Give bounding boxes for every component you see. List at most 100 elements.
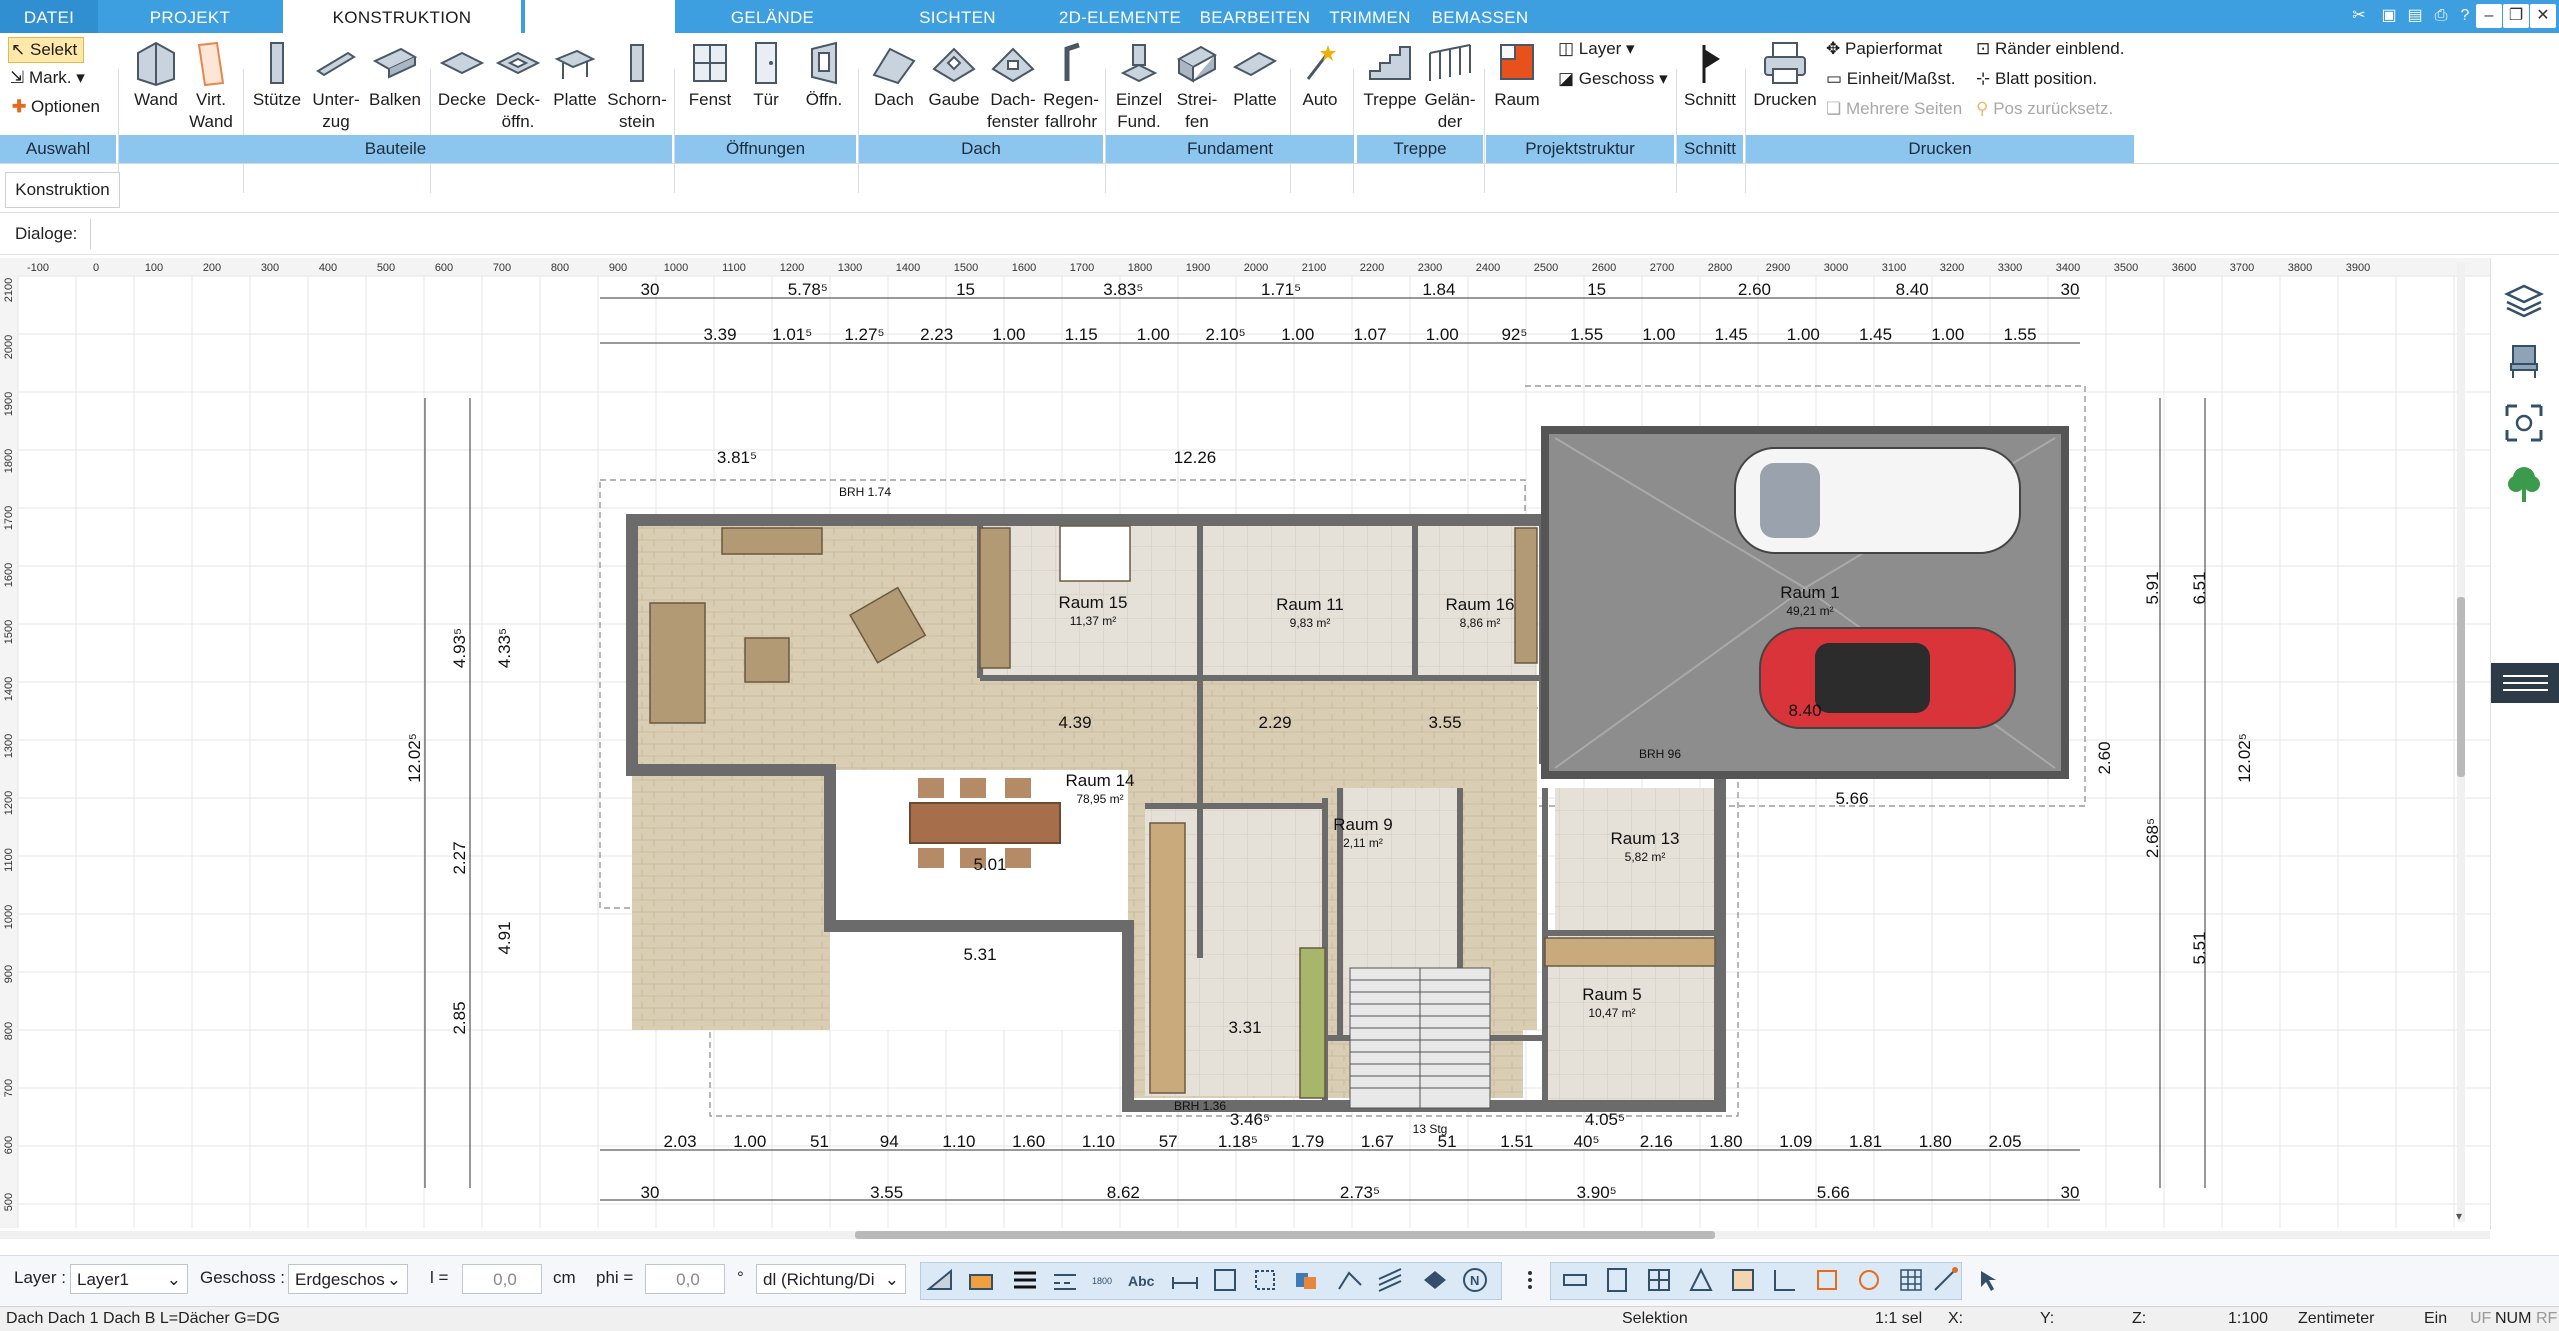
layers-icon[interactable] <box>2501 276 2547 322</box>
view-6-icon[interactable] <box>1770 1265 1800 1295</box>
room-area: 5,82 m² <box>1625 850 1666 864</box>
tab-bearbeiten[interactable]: BEARBEITEN <box>1195 0 1315 33</box>
view-2-icon[interactable] <box>1602 1265 1632 1295</box>
bottom-dimensions-row2: 30 3.55 8.62 2.73⁵ 3.90⁵ 5.66 30 <box>641 1183 2080 1202</box>
north-icon[interactable]: N <box>1460 1265 1490 1295</box>
wand-button[interactable]: Wand <box>128 39 184 111</box>
text-icon[interactable]: Abc <box>1128 1265 1158 1295</box>
selekt-button[interactable]: ↖ Selekt <box>8 37 85 63</box>
floor-plan[interactable]: -100 0 100 200 300 400 500 600 700 800 900 1000 1100… <box>0 258 2490 1228</box>
drawing-canvas[interactable]: -100 0 100 200 300 400 500 600 700 800 900 1000 1100… <box>0 258 2490 1228</box>
einheit-button[interactable]: ▭ Einheit/Maßst. <box>1826 67 1955 91</box>
save-icon[interactable]: ▣ <box>2376 4 2402 28</box>
dachfenster-button[interactable]: Dach-fenster <box>982 39 1044 133</box>
vertical-scroll-thumb[interactable] <box>2457 597 2465 777</box>
schnitt-button[interactable]: Schnitt <box>1680 39 1740 111</box>
tree-icon[interactable] <box>2501 462 2547 508</box>
blatt-position-button[interactable]: ⊹ Blatt position. <box>1976 67 2097 91</box>
direction-select[interactable]: dl (Richtung/Di ⌄ <box>756 1264 906 1294</box>
oeffn-button[interactable]: Öffn. <box>796 39 852 111</box>
tools-icon[interactable]: ✂ <box>2346 4 2372 28</box>
more-icon[interactable] <box>1515 1265 1545 1295</box>
folder-icon[interactable]: ▤ <box>2402 4 2428 28</box>
mehrere-seiten-button[interactable]: ❏ Mehrere Seiten <box>1826 97 1962 121</box>
decke-button[interactable]: Decke <box>432 39 492 111</box>
horizontal-scroll-thumb[interactable] <box>855 1231 1715 1239</box>
print-icon[interactable]: ⎙ <box>2428 4 2454 28</box>
fit-view-icon[interactable] <box>2501 400 2547 446</box>
tab-gelaende[interactable]: GELÄNDE <box>700 0 845 33</box>
streifenfundament-button[interactable]: Strei-fen <box>1168 39 1226 133</box>
select-frame-icon[interactable] <box>1250 1265 1280 1295</box>
gaube-button[interactable]: Gaube <box>924 39 984 111</box>
auto-button[interactable]: Auto <box>1292 39 1348 111</box>
view-5-icon[interactable] <box>1728 1265 1758 1295</box>
dach-button[interactable]: Dach <box>864 39 924 111</box>
panel-menu-button[interactable] <box>2491 663 2559 703</box>
treppe-button[interactable]: Treppe <box>1356 39 1424 111</box>
restore-icon[interactable]: ❐ <box>2503 4 2529 28</box>
tab-projekt[interactable]: PROJEKT <box>100 0 280 33</box>
sheet-move-icon: ⊹ <box>1976 69 1991 88</box>
tab-blank[interactable] <box>525 0 675 33</box>
horizontal-scrollbar[interactable] <box>0 1228 2490 1242</box>
dimension-icon[interactable]: 1800 <box>1090 1265 1120 1295</box>
hatch-icon[interactable] <box>925 1265 955 1295</box>
line-style-icon[interactable] <box>1050 1265 1080 1295</box>
schornstein-button[interactable]: Schorn-stein <box>604 39 670 133</box>
measure-icon[interactable] <box>1170 1265 1200 1295</box>
hatch-snap-icon[interactable] <box>1375 1265 1405 1295</box>
mark-button[interactable]: ⇲ Mark. ▾ <box>10 66 85 90</box>
vertical-scrollbar[interactable]: ▾ <box>2454 262 2468 1222</box>
konstruktion-panel-tab[interactable]: Konstruktion <box>5 172 120 208</box>
fenster-button[interactable]: Fenst <box>680 39 740 111</box>
deckoeffn-button[interactable]: Deck-öffn. <box>490 39 546 133</box>
tab-konstruktion[interactable]: KONSTRUKTION <box>283 0 521 34</box>
object-icon[interactable] <box>1290 1265 1320 1295</box>
balken-button[interactable]: Balken <box>364 39 426 111</box>
unterzug-button[interactable]: Unter-zug <box>306 39 366 133</box>
raum-button[interactable]: Raum <box>1488 39 1546 111</box>
cursor-snap-icon[interactable] <box>1975 1265 2005 1295</box>
regenfallrohr-button[interactable]: Regen-fallrohr <box>1040 39 1102 133</box>
layer-select[interactable]: Layer1 ⌄ <box>70 1264 188 1294</box>
platte-button[interactable]: Platte <box>546 39 604 111</box>
tab-sichten[interactable]: SICHTEN <box>880 0 1035 33</box>
view-7-icon[interactable] <box>1812 1265 1842 1295</box>
line-weight-icon[interactable] <box>1010 1265 1040 1295</box>
angle-input[interactable]: 0,0 <box>645 1264 725 1294</box>
gelaender-button[interactable]: Gelän-der <box>1420 39 1480 133</box>
stuetze-button[interactable]: Stütze <box>246 39 308 111</box>
pos-zuruecksetzen-button[interactable]: ⚲ Pos zurücksetz. <box>1976 97 2113 121</box>
tab-datei[interactable]: DATEI <box>0 0 98 33</box>
raender-button[interactable]: ⊡ Ränder einblend. <box>1976 37 2124 61</box>
view-4-icon[interactable] <box>1686 1265 1716 1295</box>
drucken-button[interactable]: Drucken <box>1750 39 1820 111</box>
frame-icon[interactable] <box>1210 1265 1240 1295</box>
fundamentplatte-button[interactable]: Platte <box>1226 39 1284 111</box>
view-1-icon[interactable] <box>1560 1265 1590 1295</box>
virt-wand-button[interactable]: Virt. Wand <box>186 39 236 133</box>
papierformat-button[interactable]: ✥ Papierformat <box>1826 37 1942 61</box>
close-icon[interactable]: ✕ <box>2530 4 2556 28</box>
tuer-button[interactable]: Tür <box>738 39 794 111</box>
plane-icon[interactable] <box>1420 1265 1450 1295</box>
tab-bemassen[interactable]: BEMASSEN <box>1425 0 1535 33</box>
snap-icon[interactable] <box>1930 1265 1960 1295</box>
tab-trimmen[interactable]: TRIMMEN <box>1325 0 1415 33</box>
tab-2d-elemente[interactable]: 2D-ELEMENTE <box>1050 0 1190 33</box>
geschoss-dropdown[interactable]: ◪ Geschoss ▾ <box>1558 67 1668 91</box>
einzelfundament-button[interactable]: Einzel Fund. <box>1110 39 1168 133</box>
layer-dropdown[interactable]: ◫ Layer ▾ <box>1558 37 1635 61</box>
grid-icon[interactable] <box>1896 1265 1926 1295</box>
view-8-icon[interactable] <box>1854 1265 1884 1295</box>
optionen-button[interactable]: ✚ Optionen <box>12 95 100 119</box>
fill-icon[interactable] <box>966 1265 996 1295</box>
furniture-chair-icon[interactable] <box>2501 338 2547 384</box>
wall-snap-icon[interactable] <box>1335 1265 1365 1295</box>
minimize-icon[interactable]: – <box>2476 4 2502 28</box>
help-icon[interactable]: ? <box>2452 4 2478 28</box>
view-3-icon[interactable] <box>1644 1265 1674 1295</box>
length-input[interactable]: 0,0 <box>462 1264 542 1294</box>
geschoss-select[interactable]: Erdgeschos ⌄ <box>288 1264 408 1294</box>
